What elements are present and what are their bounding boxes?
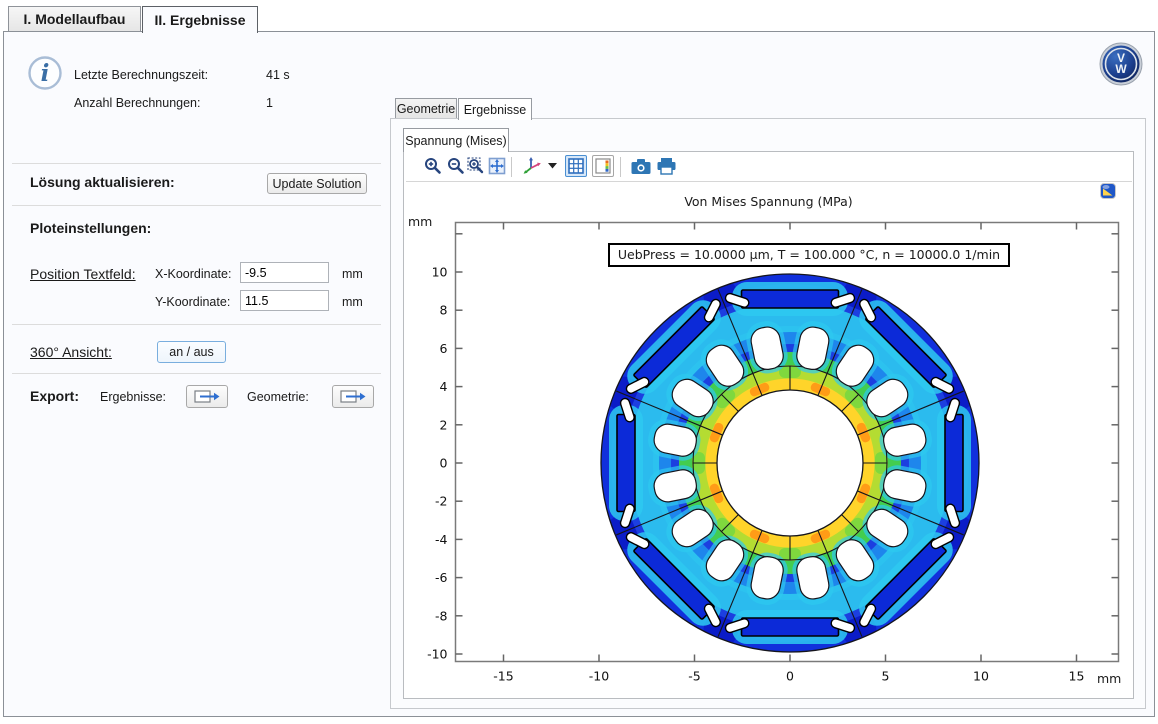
- plot-canvas[interactable]: -15 -10 -5 0 5 10 15 10 8 6 4 2 0 -2 -4 -6 -8 -10: [403, 152, 1134, 699]
- x-tick-label: 5: [882, 669, 890, 684]
- divider: [12, 205, 381, 206]
- y-tick-label: -6: [435, 570, 448, 585]
- last-computation-value: 41 s: [266, 68, 290, 82]
- view-360-toggle-button[interactable]: an / aus: [157, 341, 226, 363]
- plot-annotation: UebPress = 10.0000 μm, T = 100.000 °C, n…: [608, 243, 1010, 267]
- rotor-stress-plot: [601, 274, 979, 652]
- y-coordinate-field[interactable]: [240, 290, 329, 311]
- y-coordinate-label: Y-Koordinate:: [155, 295, 230, 309]
- export-results-label: Ergebnisse:: [100, 390, 166, 404]
- app-window: I. Modellaufbau II. Ergebnisse i Letzte …: [0, 0, 1158, 724]
- tab-results-label: Ergebnisse: [464, 103, 527, 117]
- view-360-toggle-label: an / aus: [169, 345, 213, 359]
- y-tick-label: -2: [435, 494, 447, 509]
- x-tick-label: 0: [786, 669, 794, 684]
- y-tick-label: -8: [435, 608, 448, 623]
- export-icon: [340, 389, 366, 404]
- last-computation-label: Letzte Berechnungszeit:: [74, 68, 208, 82]
- x-unit-label: mm: [342, 267, 363, 281]
- vw-logo: V W: [1098, 41, 1144, 87]
- position-textfield-label: Position Textfeld:: [30, 266, 136, 282]
- x-tick-label: 10: [973, 669, 989, 684]
- y-tick-label: -4: [435, 532, 448, 547]
- magnet: [945, 415, 963, 512]
- tab-results[interactable]: Ergebnisse: [458, 98, 532, 120]
- magnet: [742, 618, 839, 636]
- y-unit-label: mm: [342, 295, 363, 309]
- export-geometry-label: Geometrie:: [247, 390, 309, 404]
- svg-text:i: i: [41, 60, 50, 87]
- x-tick-label: -5: [688, 669, 700, 684]
- magnet: [742, 290, 839, 308]
- info-icon: i: [27, 55, 63, 91]
- update-solution-button[interactable]: Update Solution: [267, 173, 367, 194]
- divider: [12, 324, 381, 325]
- tab-ergebnisse-label: II. Ergebnisse: [154, 12, 245, 28]
- x-coordinate-field[interactable]: [240, 262, 329, 283]
- x-coordinate-label: X-Koordinate:: [155, 267, 231, 281]
- tab-spannung-mises[interactable]: Spannung (Mises): [403, 128, 509, 152]
- y-tick-label: 10: [432, 265, 448, 280]
- y-tick-label: 0: [440, 456, 448, 471]
- computation-count-label: Anzahl Berechnungen:: [74, 96, 200, 110]
- tab-ergebnisse[interactable]: II. Ergebnisse: [142, 6, 258, 33]
- tab-modellaufbau[interactable]: I. Modellaufbau: [8, 6, 141, 31]
- export-geometry-button[interactable]: [332, 385, 374, 408]
- y-tick-label: 8: [440, 303, 448, 318]
- update-solution-button-label: Update Solution: [273, 177, 362, 191]
- export-results-button[interactable]: [186, 385, 228, 408]
- magnet: [617, 415, 635, 512]
- x-tick-label: -10: [589, 669, 609, 684]
- update-solution-heading: Lösung aktualisieren:: [30, 174, 175, 190]
- computation-count-value: 1: [266, 96, 273, 110]
- y-tick-label: 4: [440, 379, 448, 394]
- tab-spannung-mises-label: Spannung (Mises): [405, 134, 506, 148]
- y-tick-label: 6: [440, 341, 448, 356]
- svg-text:W: W: [1115, 62, 1127, 76]
- x-tick-label: -15: [493, 669, 513, 684]
- x-tick-label: 15: [1069, 669, 1085, 684]
- divider: [12, 373, 381, 374]
- y-tick-label: -10: [427, 647, 447, 662]
- tab-geometrie-label: Geometrie: [397, 102, 455, 116]
- tab-modellaufbau-label: I. Modellaufbau: [24, 11, 126, 27]
- plot-settings-heading: Ploteinstellungen:: [30, 220, 151, 236]
- export-heading: Export:: [30, 388, 79, 404]
- tab-geometrie[interactable]: Geometrie: [395, 98, 457, 119]
- shaft-bore: [717, 390, 863, 536]
- export-icon: [194, 389, 220, 404]
- view-360-label: 360° Ansicht:: [30, 344, 112, 360]
- y-tick-label: 2: [440, 417, 448, 432]
- divider: [12, 163, 381, 164]
